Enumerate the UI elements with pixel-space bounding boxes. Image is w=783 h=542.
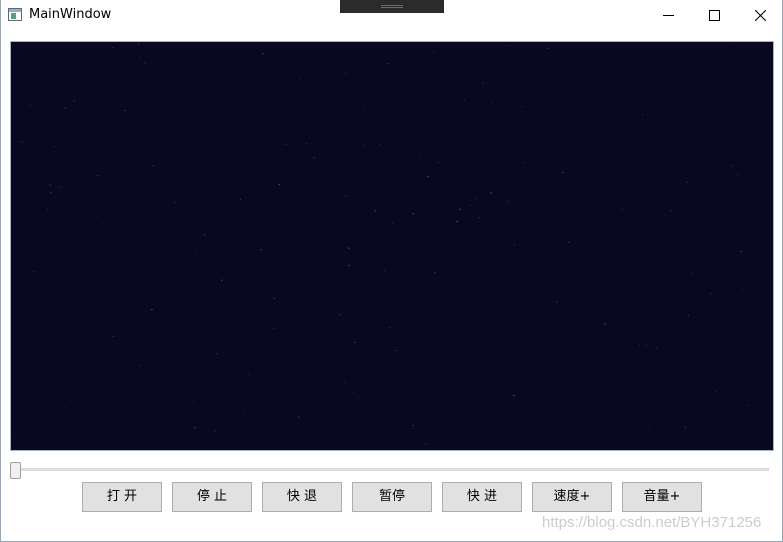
minimize-button[interactable]: [645, 0, 691, 31]
drag-handle[interactable]: [340, 0, 444, 13]
window-app-icon: [8, 8, 22, 21]
minimize-icon: [663, 15, 674, 16]
maximize-icon: [709, 10, 720, 21]
video-frame: [11, 42, 749, 449]
rewind-button[interactable]: 快 退: [262, 482, 342, 512]
close-button[interactable]: [737, 0, 783, 31]
pause-button[interactable]: 暂停: [352, 482, 432, 512]
close-icon: [755, 10, 766, 21]
maximize-button[interactable]: [691, 0, 737, 31]
main-window: MainWindow 打 开 停 止 快 退 暂停 快 进 速度+ 音量+ ht…: [0, 0, 783, 542]
speed-up-button[interactable]: 速度+: [532, 482, 612, 512]
volume-up-button[interactable]: 音量+: [622, 482, 702, 512]
progress-slider-thumb[interactable]: [10, 462, 21, 479]
watermark: https://blog.csdn.net/BYH371256: [542, 514, 762, 531]
fast-forward-button[interactable]: 快 进: [442, 482, 522, 512]
grip-icon: [381, 5, 403, 8]
stop-button[interactable]: 停 止: [172, 482, 252, 512]
progress-slider-track[interactable]: [11, 468, 769, 471]
title-bar[interactable]: MainWindow: [1, 0, 782, 31]
window-title: MainWindow: [29, 7, 112, 22]
open-button[interactable]: 打 开: [82, 482, 162, 512]
video-display[interactable]: [10, 41, 774, 451]
